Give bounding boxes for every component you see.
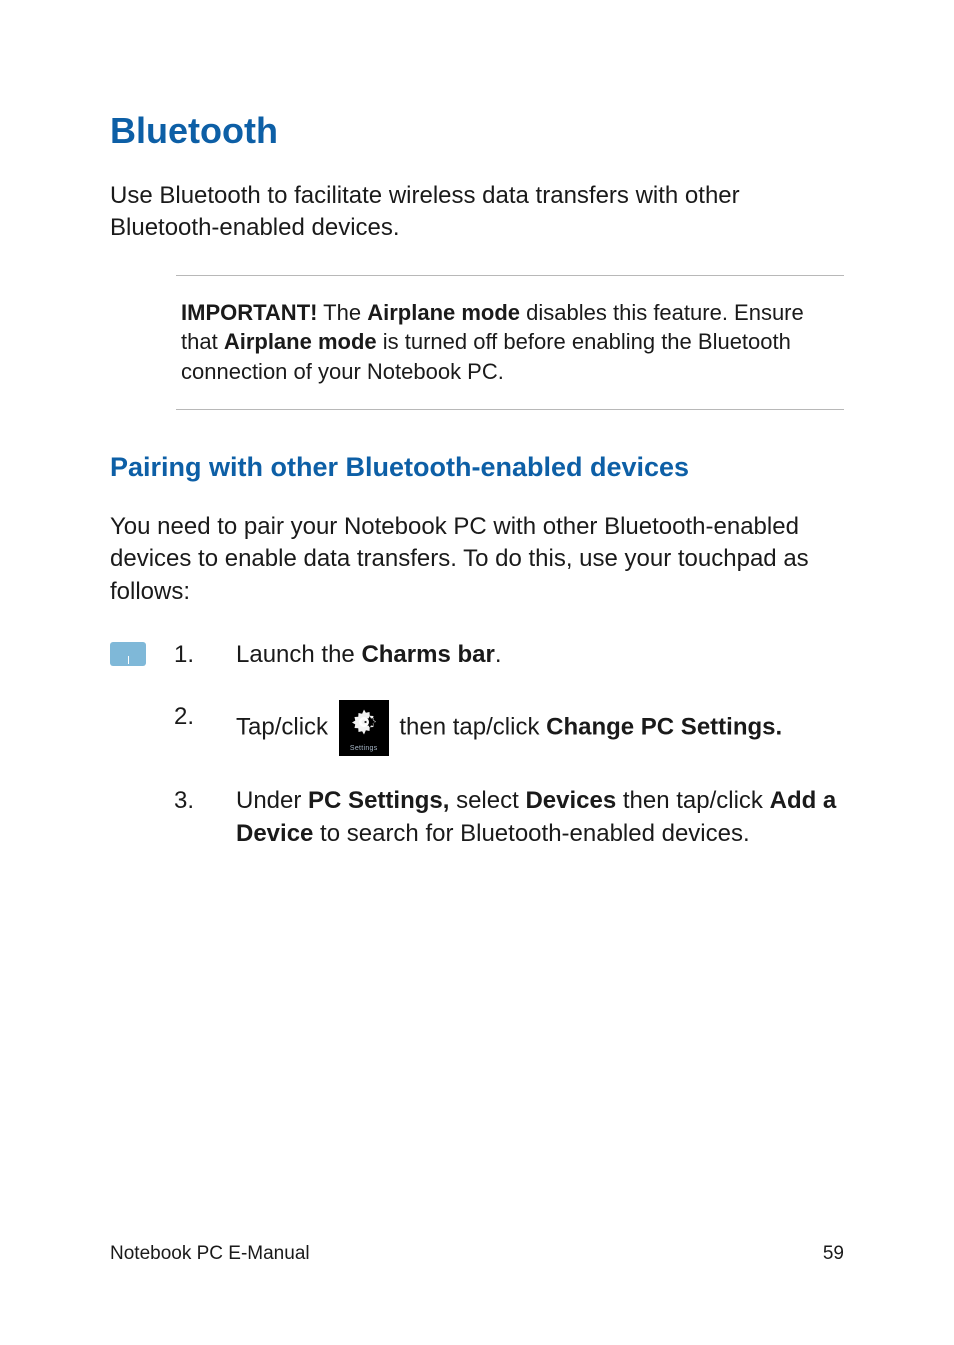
gear-icon xyxy=(349,707,379,737)
important-label: IMPORTANT! xyxy=(181,300,317,325)
step-text-segment: select xyxy=(449,787,525,814)
step-item: 1. Launch the Charms bar. xyxy=(174,638,844,672)
charms-bar-text: Charms bar xyxy=(361,641,494,668)
intro-paragraph: Use Bluetooth to facilitate wireless dat… xyxy=(110,180,844,245)
callout-text: The xyxy=(317,300,367,325)
steps-list: 1. Launch the Charms bar. 2. Tap/click S… xyxy=(174,638,844,879)
settings-tile-label: Settings xyxy=(339,744,389,754)
airplane-mode-text: Airplane mode xyxy=(367,300,520,325)
step-item: 2. Tap/click Settings then tap/click Cha… xyxy=(174,700,844,756)
step-text-segment: to search for Bluetooth-enabled devices. xyxy=(313,820,749,847)
step-text-segment: Tap/click xyxy=(236,713,335,740)
footer-page-number: 59 xyxy=(823,1243,844,1265)
step-number: 1. xyxy=(174,638,196,672)
airplane-mode-text: Airplane mode xyxy=(224,329,377,354)
step-text-segment: then tap/click xyxy=(393,713,546,740)
touchpad-icon xyxy=(110,642,146,666)
important-callout: IMPORTANT! The Airplane mode disables th… xyxy=(176,275,844,410)
pairing-intro-paragraph: You need to pair your Notebook PC with o… xyxy=(110,511,844,608)
step-text-segment: Launch the xyxy=(236,641,361,668)
page-footer: Notebook PC E-Manual 59 xyxy=(110,1243,844,1265)
step-number: 2. xyxy=(174,700,196,734)
section-subheading: Pairing with other Bluetooth-enabled dev… xyxy=(110,452,844,483)
step-text-segment: then tap/click xyxy=(616,787,769,814)
devices-text: Devices xyxy=(525,787,616,814)
steps-container: 1. Launch the Charms bar. 2. Tap/click S… xyxy=(110,638,844,879)
page-heading: Bluetooth xyxy=(110,110,844,152)
step-text: Under PC Settings, select Devices then t… xyxy=(236,784,844,851)
settings-tile-icon: Settings xyxy=(339,700,389,756)
step-text: Launch the Charms bar. xyxy=(236,638,844,672)
change-pc-settings-text: Change PC Settings. xyxy=(546,713,782,740)
step-text-segment: Under xyxy=(236,787,308,814)
step-text: Tap/click Settings then tap/click Change… xyxy=(236,700,844,756)
step-item: 3. Under PC Settings, select Devices the… xyxy=(174,784,844,851)
step-text-segment: . xyxy=(495,641,502,668)
step-number: 3. xyxy=(174,784,196,818)
footer-doc-title: Notebook PC E-Manual xyxy=(110,1243,310,1265)
pc-settings-text: PC Settings, xyxy=(308,787,449,814)
